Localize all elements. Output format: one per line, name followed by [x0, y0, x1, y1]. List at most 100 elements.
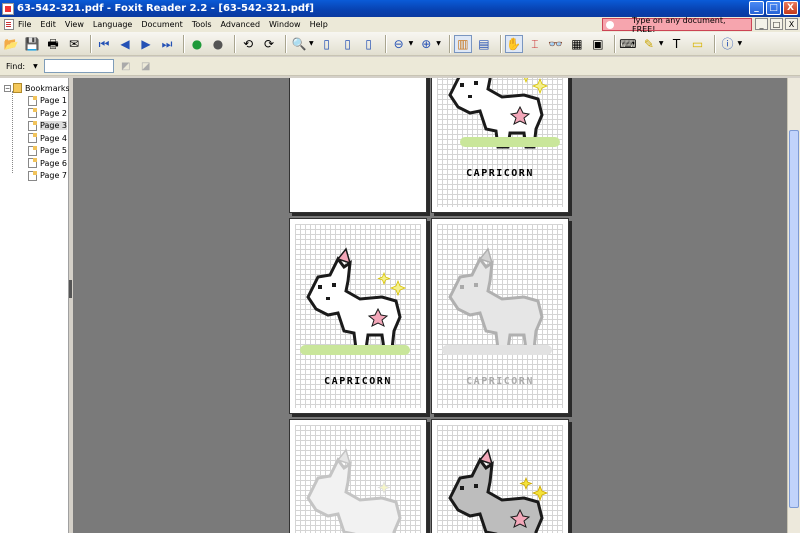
zoom-in-icon[interactable]: ⊕ — [417, 35, 435, 53]
save-icon[interactable]: 💾 — [23, 35, 41, 53]
next-page-icon[interactable]: ▶ — [137, 35, 155, 53]
toolbar-separator — [448, 34, 450, 53]
toolbar-separator — [183, 34, 184, 53]
bookmark-item[interactable]: Page 1 — [28, 95, 70, 108]
vertical-scrollbar[interactable] — [787, 78, 800, 533]
bookmark-item[interactable]: Page 2 — [28, 107, 70, 120]
find-next-icon[interactable]: ◪ — [138, 59, 154, 73]
close-button[interactable]: X — [783, 1, 798, 15]
bookmark-root[interactable]: − Bookmarks — [4, 82, 70, 95]
rotate-cw-icon[interactable]: ⟳ — [260, 35, 278, 53]
bookmark-label: Page 7 — [40, 171, 67, 181]
page-capricorn-4 — [289, 419, 427, 533]
open-icon[interactable]: 📂 — [2, 35, 20, 53]
bookmark-icon — [13, 83, 22, 94]
typewriter-icon[interactable]: ⌨ — [619, 35, 637, 53]
bookmark-tree: − Bookmarks Page 1 Page 2 Page 3 Page 4 … — [4, 82, 70, 182]
bookmark-label: Page 5 — [40, 146, 67, 156]
page-title: CAPRICORN — [466, 376, 534, 387]
doc-restore-button[interactable]: □ — [770, 18, 783, 30]
menu-language[interactable]: Language — [93, 17, 132, 32]
menu-help[interactable]: Help — [310, 17, 328, 32]
splitter-grip[interactable] — [69, 280, 72, 298]
bookmark-item[interactable]: Page 3 — [28, 120, 70, 133]
bookmark-label: Page 6 — [40, 158, 67, 168]
page-capricorn-3: CAPRICORN — [431, 218, 569, 414]
app-icon — [2, 2, 14, 15]
fit-width-icon[interactable]: ▯ — [360, 35, 378, 53]
continuous-icon[interactable]: ▤ — [475, 35, 493, 53]
minimize-button[interactable]: _ — [749, 1, 764, 15]
note-icon[interactable]: ▭ — [689, 35, 707, 53]
page-bookmark-icon — [28, 120, 37, 131]
chevron-down-icon[interactable]: ▼ — [659, 40, 664, 47]
scrollbar-thumb[interactable] — [789, 130, 799, 508]
bookmark-label: Page 1 — [40, 96, 67, 106]
menu-file[interactable]: File — [18, 17, 31, 32]
bookmark-item[interactable]: Page 5 — [28, 145, 70, 158]
chevron-down-icon[interactable]: ▼ — [33, 63, 38, 70]
single-page-icon[interactable]: ▥ — [453, 34, 472, 53]
find-previous-icon[interactable]: ◩ — [118, 59, 134, 73]
goat-illustration — [448, 78, 560, 149]
menu-window[interactable]: Window — [269, 17, 301, 32]
prev-page-icon[interactable]: ◀ — [116, 35, 134, 53]
comments-icon[interactable]: ▣ — [589, 35, 607, 53]
maximize-button[interactable]: □ — [766, 1, 781, 15]
go-back-icon[interactable]: ● — [188, 35, 206, 53]
text-icon[interactable]: T — [668, 35, 686, 53]
rotate-ccw-icon[interactable]: ⟲ — [239, 35, 257, 53]
bookmark-label: Page 4 — [40, 133, 67, 143]
info-icon[interactable]: ⓘ — [719, 35, 737, 53]
goat-illustration — [306, 448, 402, 533]
title-bar: 63-542-321.pdf - Foxit Reader 2.2 - [63-… — [0, 0, 800, 17]
document-viewer[interactable]: CAPRICORN CAPRICORN CAPRICORN — [73, 78, 787, 533]
fit-page-icon[interactable]: ▯ — [339, 35, 357, 53]
last-page-icon[interactable]: ⏭ — [158, 35, 176, 53]
doc-close-button[interactable]: X — [785, 18, 798, 30]
bookmark-item[interactable]: Page 4 — [28, 132, 70, 145]
page-bookmark-icon — [28, 95, 37, 106]
select-text-icon[interactable]: ⌶ — [526, 35, 544, 53]
find-icon[interactable]: 👓 — [547, 35, 565, 53]
page-bookmark-icon — [28, 158, 37, 169]
document-icon[interactable] — [4, 19, 14, 30]
page-title: CAPRICORN — [324, 376, 392, 387]
menu-edit[interactable]: Edit — [40, 17, 56, 32]
chevron-down-icon[interactable]: ▼ — [738, 40, 743, 47]
toolbar-separator — [499, 34, 501, 53]
chevron-down-icon[interactable]: ▼ — [409, 40, 414, 47]
toolbar-separator — [613, 34, 615, 53]
doc-minimize-button[interactable]: _ — [755, 18, 768, 30]
zoom-out-icon[interactable]: ⊖ — [390, 35, 408, 53]
hand-tool-icon[interactable]: ✋ — [504, 34, 523, 53]
chevron-down-icon[interactable]: ▼ — [309, 40, 314, 47]
toolbar-separator — [234, 34, 235, 53]
chevron-down-icon[interactable]: ▼ — [436, 40, 441, 47]
find-input[interactable] — [43, 59, 114, 73]
print-icon[interactable]: 🖶 — [44, 35, 62, 53]
menu-document[interactable]: Document — [141, 17, 182, 32]
page-capricorn-5 — [431, 419, 569, 533]
zoom-icon[interactable]: 🔍 — [290, 35, 308, 53]
page-bookmark-icon — [28, 108, 37, 119]
actual-size-icon[interactable]: ▯ — [318, 35, 336, 53]
page-bookmark-icon — [28, 145, 37, 156]
promo-banner[interactable]: Type on any document, FREE! — [602, 16, 752, 34]
collapse-icon[interactable]: − — [4, 84, 11, 92]
find-bar: Find: ▼ ◩ ◪ — [0, 57, 800, 76]
toolbar-separator — [285, 34, 286, 53]
bookmark-item[interactable]: Page 7 — [28, 170, 70, 183]
bookmark-item[interactable]: Page 6 — [28, 157, 70, 170]
page-capricorn-2: CAPRICORN — [289, 218, 427, 414]
first-page-icon[interactable]: ⏮ — [95, 35, 113, 53]
snapshot-icon[interactable]: ▦ — [568, 35, 586, 53]
go-forward-icon[interactable]: ● — [209, 35, 227, 53]
menu-tools[interactable]: Tools — [192, 17, 212, 32]
email-icon[interactable]: ✉ — [65, 35, 83, 53]
page-title: CAPRICORN — [466, 168, 534, 179]
goat-illustration — [448, 448, 549, 533]
menu-advanced[interactable]: Advanced — [221, 17, 261, 32]
menu-view[interactable]: View — [65, 17, 84, 32]
highlight-icon[interactable]: ✎ — [640, 35, 658, 53]
